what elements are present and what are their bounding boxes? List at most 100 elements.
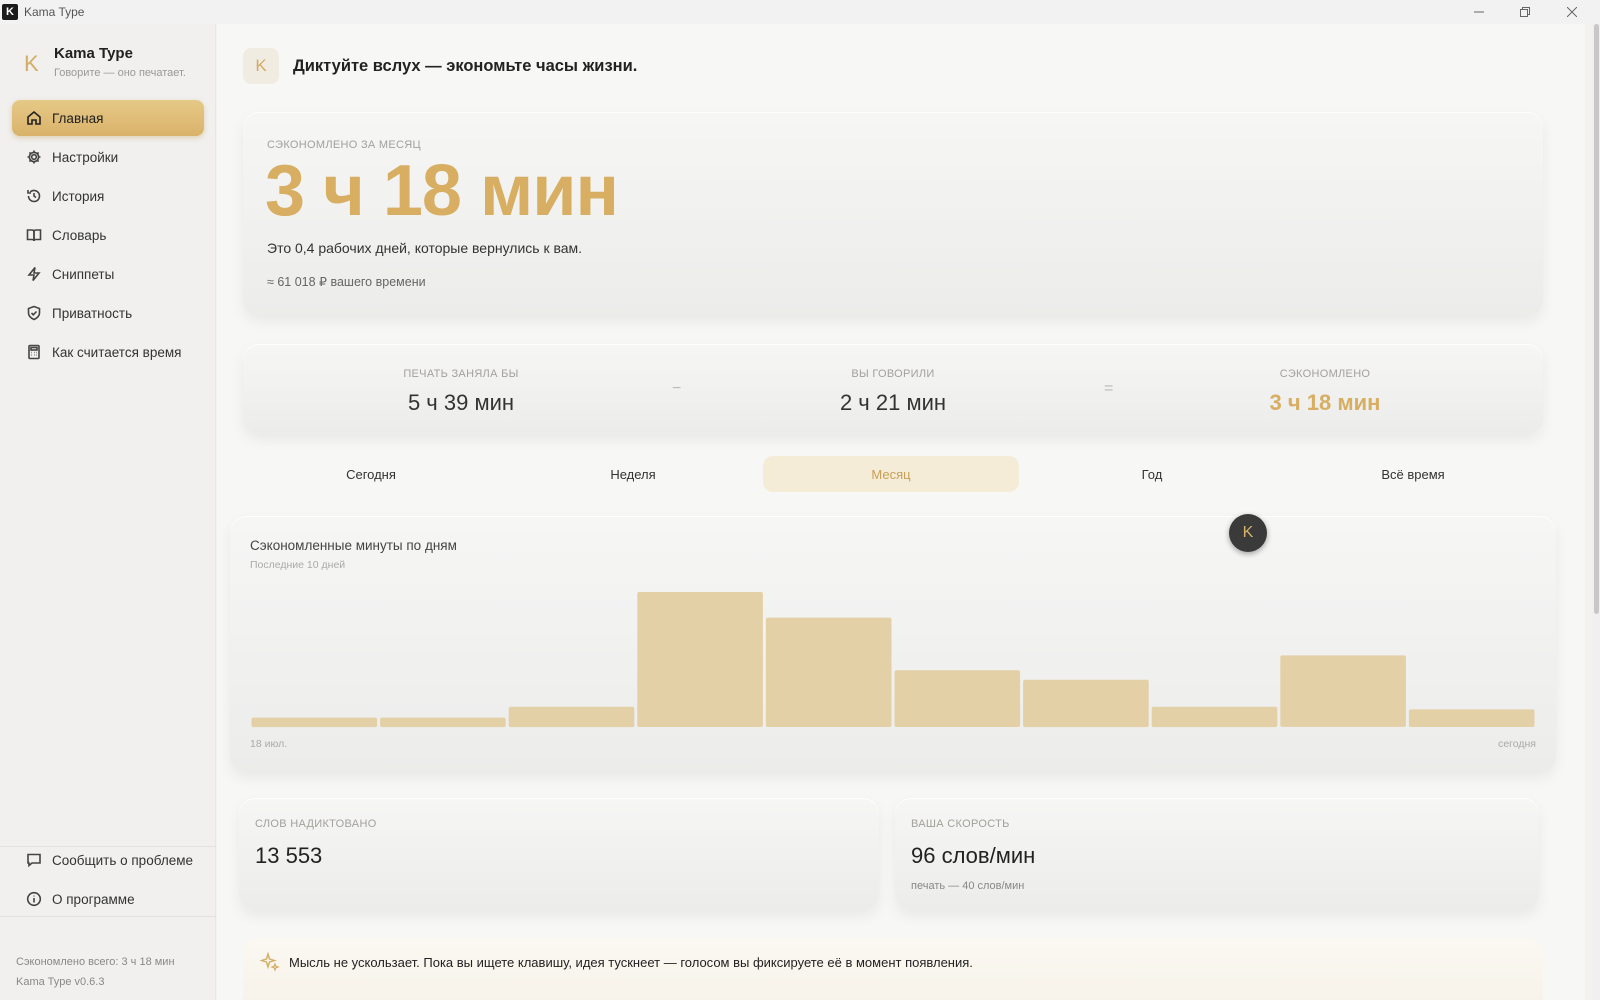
header-logo-icon: K <box>243 48 279 84</box>
chart-bar <box>1280 655 1406 727</box>
sidebar-item-history[interactable]: История <box>12 178 204 214</box>
sidebar: K Kama Type Говорите — оно печатает. Гла… <box>0 24 216 1000</box>
chart-card: Сэкономленные минуты по дням Последние 1… <box>230 516 1556 772</box>
version-text: Kama Type v0.6.3 <box>16 976 105 988</box>
report-problem-button[interactable]: Сообщить о проблеме <box>12 842 204 878</box>
brand-logo-icon: K <box>24 51 39 76</box>
scrollbar-thumb[interactable] <box>1594 24 1599 614</box>
chart-bar <box>894 670 1021 727</box>
total-saved-text: Сэкономлено всего: 3 ч 18 мин <box>16 956 175 968</box>
sparkle-icon <box>260 952 280 972</box>
book-icon <box>25 226 43 244</box>
brand: K Kama Type Говорите — оно печатает. <box>24 45 186 79</box>
sidebar-footer: Сэкономлено всего: 3 ч 18 мин Kama Type … <box>16 952 175 992</box>
restore-icon <box>1520 7 1530 17</box>
sidebar-item-label: Как считается время <box>52 344 182 360</box>
spoken-time-label: Вы говорили <box>851 368 935 380</box>
main-scrollbar[interactable] <box>1592 24 1600 1000</box>
chart-bar <box>380 717 506 728</box>
tab-year[interactable]: Год <box>1024 456 1280 492</box>
history-icon <box>25 187 43 205</box>
hero-money: ≈ 61 018 ₽ вашего времени <box>267 275 426 289</box>
chart-bar <box>637 592 763 727</box>
close-button[interactable] <box>1549 0 1595 24</box>
chart-bar <box>508 706 635 728</box>
typing-time-stat: Печать заняла бы 5 ч 39 мин <box>311 344 611 434</box>
tab-month[interactable]: Месяц <box>763 456 1019 492</box>
title-bar: K Kama Type <box>0 0 1600 24</box>
equals-sign: = <box>1104 380 1114 397</box>
minimize-icon <box>1474 11 1484 13</box>
speed-card: Ваша скорость 96 слов/мин печать — 40 сл… <box>895 798 1539 910</box>
sidebar-item-home[interactable]: Главная <box>12 100 204 136</box>
sidebar-item-label: История <box>52 188 105 204</box>
hero-description: Это 0,4 рабочих дней, которые вернулись … <box>267 240 583 256</box>
brand-tagline: Говорите — оно печатает. <box>54 67 186 79</box>
restore-button[interactable] <box>1502 0 1548 24</box>
sidebar-item-label: Настройки <box>52 149 119 165</box>
speed-value: 96 слов/мин <box>911 843 1036 868</box>
period-tabs: Сегодня Неделя Месяц Год Всё время <box>243 456 1543 496</box>
x-axis-start-label: 18 июл. <box>250 738 288 750</box>
x-axis-end-label: сегодня <box>1498 738 1536 750</box>
tab-today[interactable]: Сегодня <box>243 456 499 492</box>
sidebar-item-time-calculation[interactable]: Как считается время <box>12 334 204 370</box>
sidebar-bottom-nav: Сообщить о проблеме О программе <box>12 842 204 920</box>
sidebar-item-label: Словарь <box>52 227 107 243</box>
main-content: K Диктуйте вслух — экономьте часы жизни.… <box>217 24 1585 1000</box>
about-label: О программе <box>52 891 135 907</box>
brand-name: Kama Type <box>54 45 133 62</box>
app-logo-icon: K <box>2 4 18 20</box>
chart-bar <box>1023 679 1149 728</box>
gear-icon <box>25 148 43 166</box>
lightning-icon <box>25 265 43 283</box>
chart-bar <box>1151 706 1278 728</box>
saved-time-value: 3 ч 18 мин <box>1269 390 1381 415</box>
home-icon <box>25 109 43 127</box>
sidebar-item-snippets[interactable]: Сниппеты <box>12 256 204 292</box>
tab-week[interactable]: Неделя <box>505 456 761 492</box>
typing-time-value: 5 ч 39 мин <box>407 390 515 415</box>
tab-all-time[interactable]: Всё время <box>1285 456 1541 492</box>
sidebar-item-dictionary[interactable]: Словарь <box>12 217 204 253</box>
spoken-time-stat: Вы говорили 2 ч 21 мин <box>743 344 1043 434</box>
hero-card: Сэкономлено за месяц 3 ч 18 мин Это 0,4 … <box>243 112 1543 316</box>
page-title: Диктуйте вслух — экономьте часы жизни. <box>293 56 638 75</box>
floating-dictation-button[interactable]: K <box>1229 514 1267 552</box>
chart-bar <box>251 717 378 728</box>
about-button[interactable]: О программе <box>12 881 204 917</box>
tip-banner: Мысль не ускользает. Пока вы ищете клави… <box>243 938 1543 1000</box>
chart-bar <box>1408 709 1535 727</box>
sidebar-divider <box>0 916 216 917</box>
typing-speed-note: печать — 40 слов/мин <box>911 880 1025 892</box>
report-problem-label: Сообщить о проблеме <box>52 852 193 868</box>
calculator-icon <box>25 343 43 361</box>
sidebar-item-label: Сниппеты <box>52 266 115 282</box>
close-icon <box>1567 7 1577 17</box>
minus-sign: − <box>672 380 682 397</box>
spoken-time-value: 2 ч 21 мин <box>839 390 947 415</box>
sidebar-item-settings[interactable]: Настройки <box>12 139 204 175</box>
words-dictated-label: Слов надиктовано <box>255 818 377 830</box>
tip-text: Мысль не ускользает. Пока вы ищете клави… <box>289 955 973 970</box>
minimize-button[interactable] <box>1456 0 1502 24</box>
comparison-card: Печать заняла бы 5 ч 39 мин − Вы говорил… <box>243 344 1543 434</box>
sidebar-nav: Главная Настройки История Словарь Сниппе… <box>12 100 204 373</box>
chart-bar <box>765 617 892 727</box>
sidebar-item-privacy[interactable]: Приватность <box>12 295 204 331</box>
info-icon <box>25 890 43 908</box>
bar-chart <box>251 592 1535 728</box>
words-dictated-value: 13 553 <box>255 843 323 868</box>
page-header: K Диктуйте вслух — экономьте часы жизни. <box>243 48 637 84</box>
sidebar-item-label: Приватность <box>52 305 133 321</box>
saved-time-label: Сэкономлено <box>1279 368 1371 380</box>
message-icon <box>25 851 43 869</box>
hero-value: 3 ч 18 мин <box>265 151 619 231</box>
saved-time-stat: Сэкономлено 3 ч 18 мин <box>1175 344 1475 434</box>
words-dictated-card: Слов надиктовано 13 553 <box>239 798 879 910</box>
speed-label: Ваша скорость <box>911 818 1010 830</box>
typing-time-label: Печать заняла бы <box>403 368 519 380</box>
sidebar-item-label: Главная <box>52 110 104 126</box>
window-title: Kama Type <box>24 5 85 19</box>
shield-icon <box>25 304 43 322</box>
